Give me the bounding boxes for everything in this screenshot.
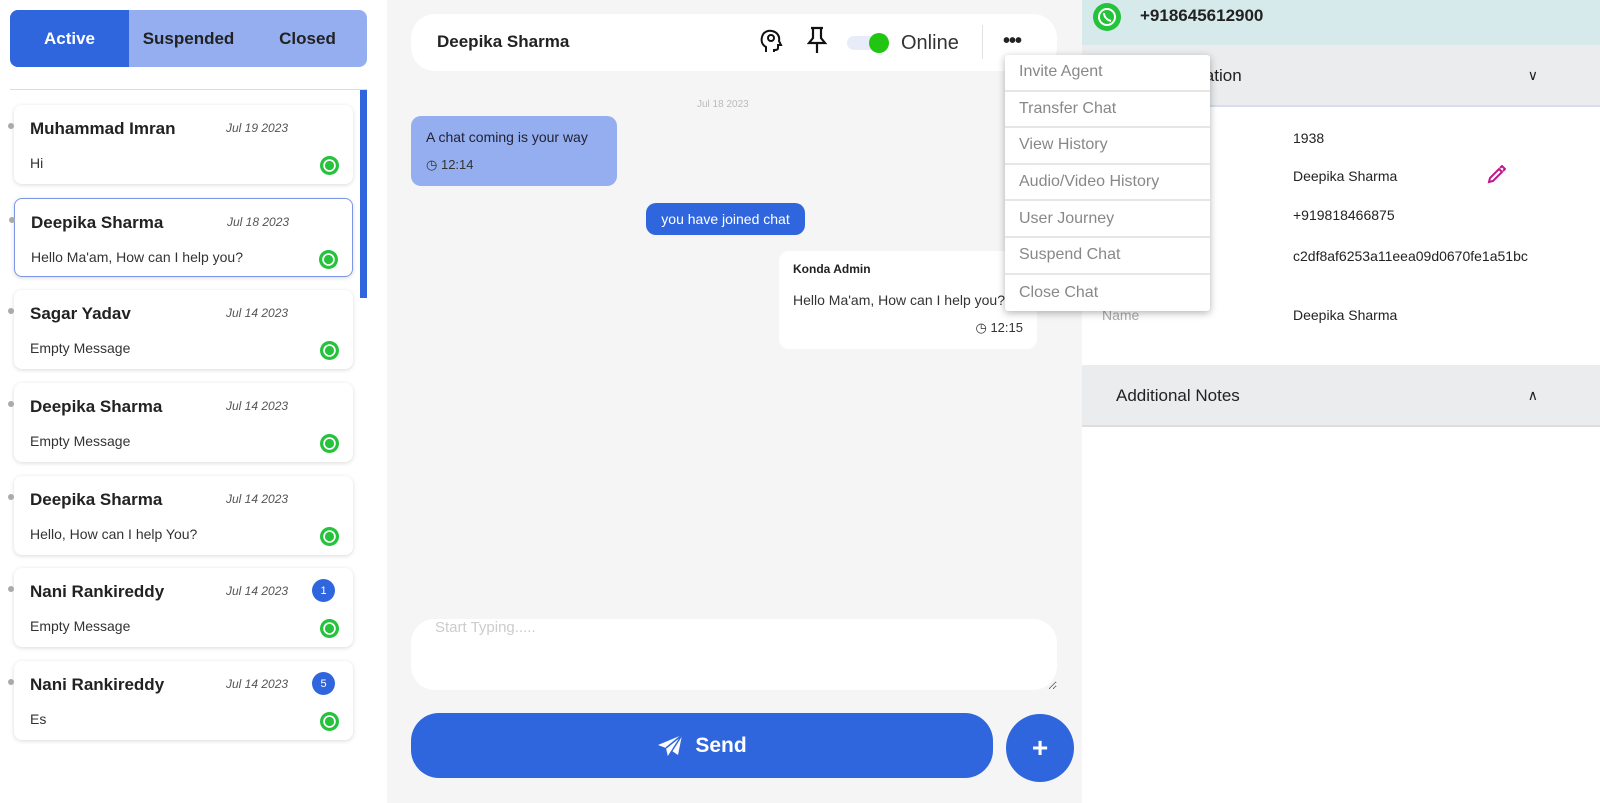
conversation-panel: Deepika Sharma Online ••• Jul 18 2023 A …: [387, 0, 1082, 803]
whatsapp-icon: [320, 619, 339, 638]
whatsapp-icon: [320, 712, 339, 731]
send-icon: [658, 733, 683, 757]
chat-list-item[interactable]: Nani Rankireddy Jul 14 2023 1 Empty Mess…: [8, 568, 353, 647]
additional-notes-header[interactable]: Additional Notes ∧: [1082, 365, 1600, 427]
whatsapp-icon: [1093, 3, 1121, 31]
tab-suspended[interactable]: Suspended: [129, 10, 248, 67]
clock-icon: ◷: [426, 157, 438, 172]
chevron-up-icon: ∧: [1527, 387, 1538, 403]
presence-dot: [8, 494, 14, 500]
chat-date: Jul 14 2023: [226, 399, 289, 413]
divider: [10, 89, 367, 90]
chat-list-item[interactable]: Deepika Sharma Jul 14 2023 Hello, How ca…: [8, 476, 353, 555]
whatsapp-icon: [320, 434, 339, 453]
chat-list-panel: Active Suspended Closed Muhammad Imran J…: [0, 0, 387, 803]
chat-date: Jul 14 2023: [226, 584, 289, 598]
info-value: 1938: [1293, 130, 1325, 146]
presence-dot: [8, 123, 14, 129]
outgoing-message: Konda Admin Hello Ma'am, How can I help …: [779, 251, 1037, 349]
chat-list-item[interactable]: Deepika Sharma Jul 14 2023 Empty Message: [8, 383, 353, 462]
tab-closed[interactable]: Closed: [248, 10, 367, 67]
chat-list-item[interactable]: Deepika Sharma Jul 18 2023 Hello Ma'am, …: [9, 198, 353, 277]
chat-name: Nani Rankireddy: [30, 582, 165, 601]
options-menu: Invite Agent Transfer Chat View History Aud…: [1005, 55, 1210, 311]
presence-dot: [9, 217, 15, 223]
menu-item[interactable]: Invite Agent: [1005, 55, 1210, 92]
send-label: Send: [695, 733, 747, 757]
incoming-message: A chat coming is your way ◷ 12:14: [411, 116, 617, 186]
presence-dot: [8, 679, 14, 685]
chat-list-item[interactable]: Sagar Yadav Jul 14 2023 Empty Message: [8, 290, 353, 369]
presence-dot: [8, 401, 14, 407]
whatsapp-icon: [320, 156, 339, 175]
chat-header: Deepika Sharma Online •••: [411, 14, 1057, 71]
message-input[interactable]: [411, 619, 1057, 690]
message-text: Hello Ma'am, How can I help you?: [793, 292, 1005, 308]
menu-item[interactable]: User Journey: [1005, 201, 1210, 238]
unread-badge: 1: [312, 579, 335, 602]
add-button[interactable]: +: [1006, 714, 1074, 782]
time-value: 12:15: [990, 320, 1023, 335]
chat-preview: Hi: [30, 155, 44, 171]
whatsapp-icon: [320, 341, 339, 360]
time-value: 12:14: [440, 157, 474, 172]
chat-name: Deepika Sharma: [31, 213, 164, 232]
edit-icon[interactable]: [1486, 165, 1506, 185]
scrollbar[interactable]: [360, 90, 367, 298]
chat-name: Muhammad Imran: [30, 119, 176, 138]
info-value: Deepika Sharma: [1293, 168, 1398, 184]
date-separator: Jul 18 2023: [697, 99, 749, 110]
info-value: c2df8af6253a11eea09d0670fe1a51bc: [1293, 248, 1528, 264]
chat-preview: Hello Ma'am, How can I help you?: [31, 249, 243, 265]
chat-preview: Empty Message: [30, 433, 131, 449]
menu-item[interactable]: View History: [1005, 128, 1210, 165]
menu-item[interactable]: Audio/Video History: [1005, 165, 1210, 202]
chat-date: Jul 18 2023: [227, 215, 290, 229]
whatsapp-icon: [319, 250, 338, 269]
chat-name: Deepika Sharma: [30, 490, 163, 509]
chat-name: Nani Rankireddy: [30, 675, 165, 694]
sender-name: Konda Admin: [793, 262, 871, 276]
chat-list-item[interactable]: Muhammad Imran Jul 19 2023 Hi: [8, 105, 353, 184]
head-gear-icon[interactable]: [759, 28, 783, 54]
menu-item[interactable]: Transfer Chat: [1005, 92, 1210, 129]
chat-preview: Empty Message: [30, 340, 131, 356]
presence-dot: [8, 586, 14, 592]
online-toggle[interactable]: [847, 33, 889, 53]
chat-date: Jul 19 2023: [226, 121, 289, 135]
message-text: A chat coming is your way: [426, 129, 588, 145]
status-label: Online: [901, 32, 959, 54]
contact-phone: +918645612900: [1140, 6, 1264, 25]
chat-name: Deepika Sharma: [30, 397, 163, 416]
status-tabs: Active Suspended Closed: [10, 10, 367, 67]
chat-date: Jul 14 2023: [226, 677, 289, 691]
send-button[interactable]: Send: [411, 713, 993, 778]
contact-phone-bar: +918645612900: [1082, 0, 1600, 45]
info-value: +919818466875: [1293, 207, 1395, 223]
section-title: Additional Notes: [1116, 386, 1240, 405]
divider: [982, 25, 983, 59]
presence-dot: [8, 308, 14, 314]
unread-badge: 5: [312, 672, 335, 695]
message-time: ◷ 12:15: [975, 320, 1023, 336]
chat-date: Jul 14 2023: [226, 306, 289, 320]
menu-item[interactable]: Suspend Chat: [1005, 238, 1210, 275]
chat-list-item[interactable]: Nani Rankireddy Jul 14 2023 5 Es: [8, 661, 353, 740]
contact-name: Deepika Sharma: [437, 32, 570, 51]
chat-preview: Hello, How can I help You?: [30, 526, 198, 542]
chat-preview: Empty Message: [30, 618, 131, 634]
chat-name: Sagar Yadav: [30, 304, 131, 323]
system-message: you have joined chat: [646, 203, 805, 235]
chat-preview: Es: [30, 711, 47, 727]
tab-active[interactable]: Active: [10, 10, 129, 67]
more-options-icon[interactable]: •••: [1003, 30, 1022, 53]
info-value: Deepika Sharma: [1293, 307, 1398, 323]
menu-item[interactable]: Close Chat: [1005, 275, 1210, 312]
clock-icon: ◷: [975, 320, 987, 335]
chevron-down-icon: ∨: [1527, 67, 1538, 83]
whatsapp-icon: [320, 527, 339, 546]
message-time: ◷ 12:14: [426, 157, 474, 173]
pin-icon[interactable]: [807, 26, 827, 54]
chat-date: Jul 14 2023: [226, 492, 289, 506]
